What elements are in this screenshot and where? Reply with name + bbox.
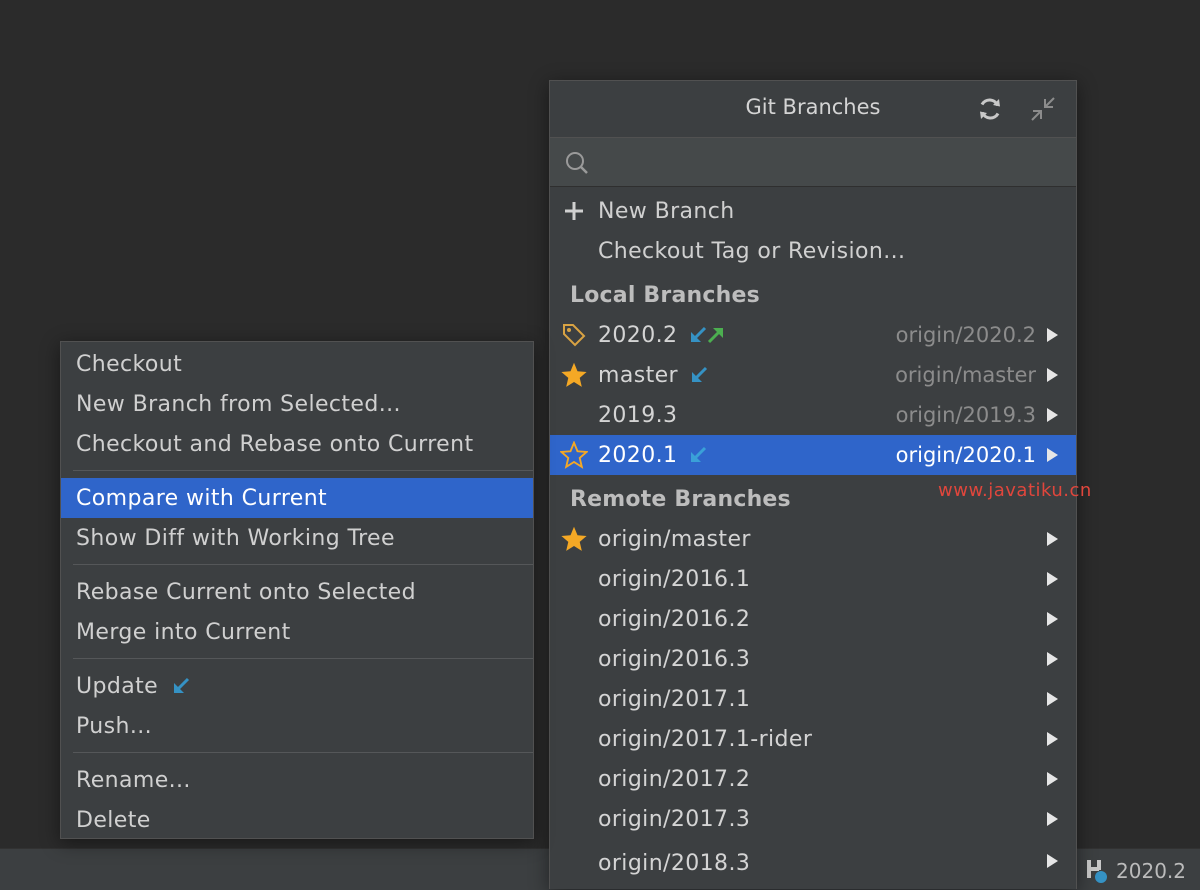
new-branch-action[interactable]: New Branch: [550, 191, 1076, 231]
branch-icon-spacer: [550, 843, 598, 883]
menu-item-delete[interactable]: Delete: [61, 800, 533, 840]
branch-icon-spacer: [550, 639, 598, 679]
branch-name: 2020.1: [598, 442, 678, 468]
branch-name: origin/2018.3: [598, 850, 751, 876]
incoming-arrow-icon: [691, 446, 707, 462]
branch-name: origin/2017.2: [598, 766, 751, 792]
branch-marks: [690, 366, 708, 384]
checkout-tag-label: Checkout Tag or Revision...: [598, 238, 906, 264]
remote-branch-row[interactable]: origin/2018.3: [550, 839, 1076, 887]
branch-name: origin/2017.1: [598, 686, 751, 712]
branch-icon-spacer: [550, 395, 598, 435]
incoming-arrow-icon: [691, 366, 708, 382]
remote-branch-row[interactable]: origin/2017.1-rider: [550, 719, 1076, 759]
branch-marks: [689, 326, 725, 344]
watermark: www.javatiku.cn: [938, 480, 1092, 501]
menu-item-new-branch-from-selected[interactable]: New Branch from Selected...: [61, 384, 533, 424]
menu-item-push[interactable]: Push...: [61, 706, 533, 746]
menu-separator: [61, 464, 533, 478]
branch-name: origin/2017.3: [598, 806, 751, 832]
branch-name: 2019.3: [598, 402, 678, 428]
outgoing-arrow-icon: [708, 328, 724, 344]
submenu-arrow-icon: [1047, 692, 1058, 706]
menu-item-checkout[interactable]: Checkout: [61, 344, 533, 384]
submenu-arrow-icon: [1047, 572, 1058, 586]
search-icon: [566, 152, 588, 174]
collapse-icon[interactable]: [1029, 95, 1057, 123]
tracking-branch: origin/2020.2: [895, 323, 1036, 347]
menu-item-update[interactable]: Update: [61, 666, 533, 706]
branch-icon-spacer: [550, 759, 598, 799]
branch-icon-spacer: [550, 679, 598, 719]
submenu-arrow-icon: [1047, 532, 1058, 546]
menu-separator: [61, 746, 533, 760]
menu-item-merge-into-current[interactable]: Merge into Current: [61, 612, 533, 652]
submenu-arrow-icon: [1047, 612, 1058, 626]
menu-separator: [61, 558, 533, 572]
submenu-arrow-icon: [1047, 732, 1058, 746]
local-branch-row[interactable]: 2020.2 origin/2020.2: [550, 315, 1076, 355]
remote-branch-row[interactable]: origin/2016.2: [550, 599, 1076, 639]
submenu-arrow-icon: [1047, 652, 1058, 666]
submenu-arrow-icon: [1047, 408, 1058, 422]
remote-branch-row[interactable]: origin/2016.1: [550, 559, 1076, 599]
branch-name: origin/2016.3: [598, 646, 751, 672]
submenu-arrow-icon: [1047, 368, 1058, 382]
branch-context-menu: Checkout New Branch from Selected... Che…: [60, 341, 534, 839]
tracking-branch: origin/master: [895, 363, 1036, 387]
checkout-tag-action[interactable]: Checkout Tag or Revision...: [550, 231, 1076, 271]
branch-marks: [689, 446, 707, 464]
local-branches-header: Local Branches: [570, 283, 760, 308]
favorite-star-icon: [550, 355, 598, 395]
search-row: [550, 138, 1076, 187]
menu-item-show-diff[interactable]: Show Diff with Working Tree: [61, 518, 533, 558]
popup-header: Git Branches: [550, 81, 1076, 138]
tracking-branch: origin/2019.3: [895, 403, 1036, 427]
remote-branch-row[interactable]: origin/2017.1: [550, 679, 1076, 719]
remote-branch-row[interactable]: origin/2016.3: [550, 639, 1076, 679]
menu-item-compare-with-current[interactable]: Compare with Current: [61, 478, 533, 518]
tag-icon: [550, 315, 598, 355]
remote-branch-row[interactable]: origin/master: [550, 519, 1076, 559]
menu-item-update-label: Update: [76, 673, 159, 699]
favorite-star-icon: [550, 519, 598, 559]
branch-name: origin/2016.1: [598, 566, 751, 592]
branch-list: New Branch Checkout Tag or Revision... L…: [550, 191, 1076, 887]
plus-icon: [550, 191, 598, 231]
local-branch-row[interactable]: 2019.3 origin/2019.3: [550, 395, 1076, 435]
branch-name: origin/2016.2: [598, 606, 751, 632]
remote-branch-row[interactable]: origin/2017.2: [550, 759, 1076, 799]
git-branch-icon: [1087, 860, 1108, 883]
incoming-arrow-icon: [691, 326, 707, 342]
branch-icon-spacer: [550, 719, 598, 759]
branch-icon-spacer: [550, 599, 598, 639]
branch-icon-spacer: [550, 559, 598, 599]
remote-branch-row[interactable]: origin/2017.3: [550, 799, 1076, 839]
new-branch-label: New Branch: [598, 198, 735, 224]
menu-item-rename[interactable]: Rename...: [61, 760, 533, 800]
branch-name: 2020.2: [598, 322, 678, 348]
menu-item-rebase-current[interactable]: Rebase Current onto Selected: [61, 572, 533, 612]
menu-item-checkout-and-rebase[interactable]: Checkout and Rebase onto Current: [61, 424, 533, 464]
status-branch-widget[interactable]: 2020.2: [1084, 859, 1186, 883]
local-branch-row[interactable]: master origin/master: [550, 355, 1076, 395]
submenu-arrow-icon: [1047, 812, 1058, 826]
refresh-icon[interactable]: [976, 95, 1004, 123]
tracking-branch: origin/2020.1: [895, 443, 1036, 467]
submenu-arrow-icon: [1047, 854, 1058, 868]
action-spacer: [550, 231, 598, 271]
branch-icon-spacer: [550, 799, 598, 839]
submenu-arrow-icon: [1047, 448, 1058, 462]
menu-separator: [61, 652, 533, 666]
branch-name: origin/2017.1-rider: [598, 726, 813, 752]
local-branch-row-selected[interactable]: 2020.1 origin/2020.1: [550, 435, 1076, 475]
submenu-arrow-icon: [1047, 772, 1058, 786]
incoming-arrow-icon: [172, 677, 190, 695]
search-input[interactable]: [598, 144, 1062, 182]
status-branch-label: 2020.2: [1116, 859, 1186, 883]
branch-name: origin/master: [598, 526, 751, 552]
branch-name: master: [598, 362, 678, 388]
submenu-arrow-icon: [1047, 328, 1058, 342]
star-outline-icon: [550, 435, 598, 475]
